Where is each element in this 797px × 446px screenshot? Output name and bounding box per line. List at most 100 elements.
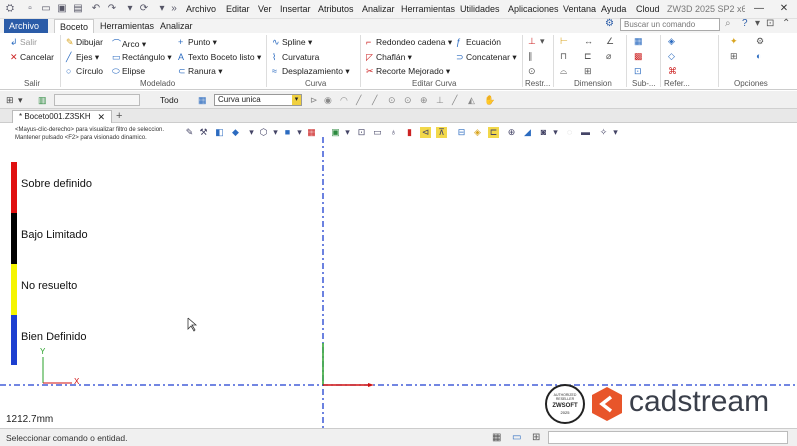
help-dropdown-icon[interactable]: ▾ [755, 18, 760, 29]
curvature-button[interactable]: ⌇ Curvatura [272, 52, 319, 63]
offset-button[interactable]: ≈ Desplazamiento ▾ [272, 66, 350, 77]
dimension-linear-icon[interactable]: ↔ [584, 36, 593, 46]
constraint-icon[interactable]: ⊥ [528, 36, 536, 47]
close-tab-icon[interactable]: ✕ [97, 111, 105, 123]
filter-icon[interactable]: ▦ [198, 95, 207, 106]
options-view-icon[interactable]: ◐ [756, 51, 761, 61]
layout-toggle-icon[interactable]: ⊞ [532, 432, 540, 443]
equation-button[interactable]: ƒ Ecuación [456, 37, 501, 47]
chamfer-button[interactable]: ◸ Chaflán ▾ [366, 52, 412, 63]
dimension-vertical-icon[interactable]: ⊏ [584, 51, 592, 62]
mid-filter-icon[interactable]: ◭ [468, 95, 475, 106]
sub-block-icon[interactable]: ▩ [634, 51, 643, 62]
filter-all-label[interactable]: Todo [160, 95, 178, 105]
arc-button[interactable]: ⌒Arco ▾ [112, 37, 146, 50]
ribbon-up-icon[interactable]: ⌃ [782, 18, 790, 29]
sketch-text-button[interactable]: A Texto Boceto listo ▾ [178, 52, 261, 63]
reference-icon[interactable]: ◈ [668, 36, 675, 47]
play-icon[interactable]: ◉ [324, 95, 332, 106]
ribbon-collapse-icon[interactable]: ⊡ [766, 18, 774, 29]
quad-filter-icon[interactable]: ╱ [452, 95, 457, 106]
menu-ver[interactable]: Ver [258, 4, 272, 14]
tab-archivo[interactable]: Archivo [4, 19, 48, 33]
grid-toggle-icon[interactable]: ▦ [492, 432, 501, 443]
command-search-input[interactable]: Buscar un comando [620, 18, 720, 31]
constraint-dropdown-icon[interactable]: ▾ [540, 36, 545, 47]
options-grid-icon[interactable]: ⊞ [730, 51, 738, 62]
new-tab-button[interactable]: + [116, 110, 122, 122]
options-icon[interactable]: ✦ [730, 36, 738, 47]
menu-aplicaciones[interactable]: Aplicaciones [508, 4, 559, 14]
circle-button[interactable]: ○ Círculo [66, 66, 103, 76]
chevron-down-icon[interactable]: ▾ [292, 95, 301, 105]
menu-cloud[interactable]: Cloud [636, 4, 660, 14]
snap-icon[interactable]: ⊳ [310, 95, 318, 106]
perp-filter-icon[interactable]: ⊥ [436, 95, 444, 106]
customize-icon[interactable]: » [168, 3, 180, 15]
spline-button[interactable]: ∿ Spline ▾ [272, 37, 312, 48]
redo-dropdown-icon[interactable]: ▾ [124, 3, 136, 15]
document-tab[interactable]: * Boceto001.Z3SKH ✕ [12, 110, 112, 123]
rectangle-button[interactable]: ▭Rectángulo ▾ [112, 52, 172, 63]
menu-editar[interactable]: Editar [226, 4, 250, 14]
sub-insert-icon[interactable]: ⊡ [634, 66, 642, 77]
options-settings-icon[interactable]: ⚙ [756, 36, 764, 47]
dimension-radial-icon[interactable]: ⌀ [606, 51, 611, 62]
regen-icon[interactable]: ⟳ [138, 3, 150, 15]
help-icon[interactable]: ? [742, 18, 748, 29]
axes-button[interactable]: ╱ Ejes ▾ [66, 52, 99, 63]
settings-gear-icon[interactable]: ⚙ [605, 18, 614, 29]
undo-icon[interactable]: ↶ [90, 3, 102, 15]
slot-button[interactable]: ⊂ Ranura ▾ [178, 66, 223, 77]
constraint-parallel-icon[interactable]: ∥ [528, 51, 533, 62]
dimension-icon[interactable]: ⊢ [560, 36, 568, 47]
dimension-chain-icon[interactable]: ⊞ [584, 66, 592, 77]
sketch-viewport[interactable]: <Mayus-clic-derecho> para visualizar fil… [0, 123, 797, 428]
menu-archivo[interactable]: Archivo [186, 4, 216, 14]
near-filter-icon[interactable]: ✋ [484, 95, 495, 106]
dimension-arc-icon[interactable]: ⌓ [560, 66, 567, 77]
intersect-filter-icon[interactable]: ⊕ [420, 95, 428, 106]
layer-dropdown-icon[interactable]: ▾ [18, 95, 23, 106]
line-filter-icon[interactable]: ╱ [356, 95, 361, 106]
dimension-angle-icon[interactable]: ∠ [606, 36, 614, 47]
save-as-icon[interactable]: ▤ [72, 3, 84, 15]
tab-boceto[interactable]: Boceto [54, 19, 95, 33]
layer-combo[interactable] [54, 94, 140, 106]
qa-dropdown-icon[interactable]: ▾ [156, 3, 168, 15]
menu-ayuda[interactable]: Ayuda [601, 4, 626, 14]
chart-icon[interactable]: ▥ [38, 95, 47, 106]
menu-atributos[interactable]: Atributos [318, 4, 354, 14]
search-icon[interactable]: ⌕ [725, 18, 731, 29]
exit-button[interactable]: ↲ Salir [10, 37, 37, 48]
reference-geometry-icon[interactable]: ◇ [668, 51, 675, 62]
curve-mode-select[interactable]: Curva unica ▾ [214, 94, 302, 106]
tangent-filter-icon[interactable]: ╱ [372, 95, 377, 106]
new-file-icon[interactable]: ▫ [24, 3, 36, 15]
command-input[interactable] [548, 431, 788, 444]
display-toggle-icon[interactable]: ▭ [512, 432, 521, 443]
app-logo-icon[interactable]: ⛭ [4, 3, 16, 15]
constraint-tangent-icon[interactable]: ⊙ [528, 66, 536, 77]
point-button[interactable]: + Punto ▾ [178, 37, 217, 48]
layer-icon[interactable]: ⊞ [6, 95, 14, 106]
menu-herramientas[interactable]: Herramientas [401, 4, 455, 14]
cancel-button[interactable]: ✕ Cancelar [10, 52, 54, 63]
open-folder-icon[interactable]: ▭ [40, 3, 52, 15]
redo-icon[interactable]: ↷ [106, 3, 118, 15]
tab-herramientas[interactable]: Herramientas [95, 19, 159, 33]
dimension-horizontal-icon[interactable]: ⊓ [560, 51, 567, 62]
center-filter-icon[interactable]: ⊙ [388, 95, 396, 106]
close-window-icon[interactable]: ✕ [773, 2, 795, 16]
trim-button[interactable]: ✂ Recorte Mejorado ▾ [366, 66, 450, 77]
menu-insertar[interactable]: Insertar [280, 4, 311, 14]
ellipse-button[interactable]: ⬭ Elipse [112, 66, 145, 77]
arc-filter-icon[interactable]: ◠ [340, 95, 348, 106]
tab-analizar[interactable]: Analizar [155, 19, 198, 33]
reference-curve-icon[interactable]: ⌘ [668, 66, 677, 77]
sub-sketch-icon[interactable]: ▦ [634, 36, 643, 47]
menu-utilidades[interactable]: Utilidades [460, 4, 500, 14]
draw-button[interactable]: ✎ Dibujar [66, 37, 103, 48]
point-filter-icon[interactable]: ⊙ [404, 95, 412, 106]
save-icon[interactable]: ▣ [56, 3, 68, 15]
